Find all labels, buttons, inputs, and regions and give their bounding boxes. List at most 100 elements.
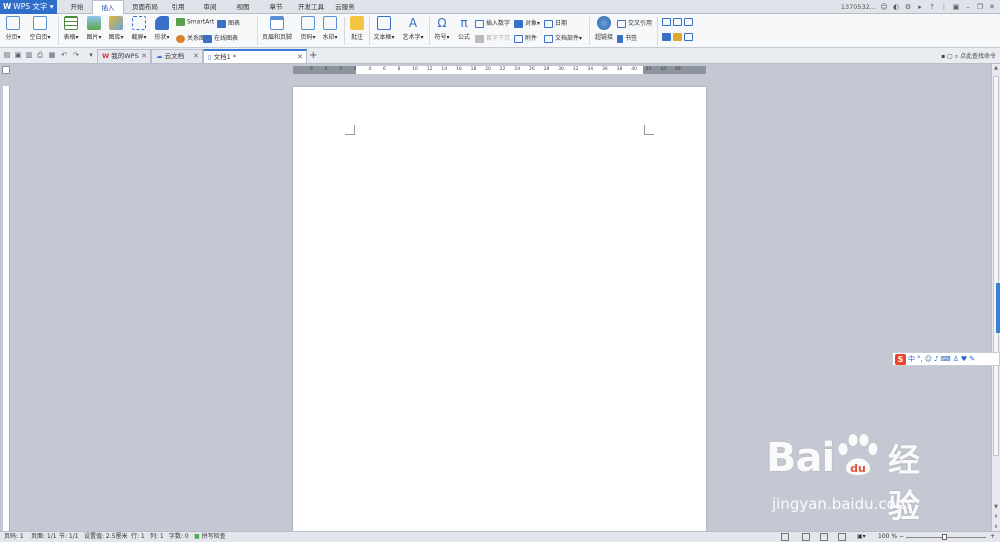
scroll-up-arrow[interactable]: ▲ [993,65,999,71]
zoom-slider-knob[interactable] [942,534,947,540]
zoom-out-icon[interactable]: − [899,532,904,542]
redo-icon[interactable]: ↷ [72,51,80,59]
customize-icon[interactable]: ▾ [87,51,95,59]
spell-check-toggle[interactable]: ■ 拼写检查 [194,532,226,542]
header-footer-button[interactable]: 页眉和页脚 [260,16,294,41]
horizontal-ruler[interactable]: 6 4 2 2 4 6 8 10 12 14 16 18 20 22 24 26 28 30 32 34 36 38 40 4… [293,66,706,74]
app-menu-button[interactable]: W WPS 文字 ▾ [0,0,57,14]
pencil-icon[interactable] [673,33,682,41]
user-icon[interactable]: ♙ [953,355,959,363]
blank-page-button[interactable]: 空白页▾ [27,16,53,41]
date-button[interactable]: 日期 [544,18,567,28]
tab-page-layout[interactable]: 页面布局 [127,0,163,14]
close-icon[interactable]: ✕ [193,50,199,63]
hyperlink-button[interactable]: 超链接 [592,16,616,41]
crossref-button[interactable]: 交叉引用 [617,18,652,28]
close-icon[interactable]: ✕ [988,3,996,11]
outline-view-icon[interactable] [820,533,828,541]
more-icon[interactable]: ⋮ [940,3,948,11]
tab-reference[interactable]: 引用 [166,0,190,14]
tab-cloud-doc[interactable]: ☁ 云文档 ✕ [151,49,203,63]
export-pdf-icon[interactable]: ▥ [25,51,33,59]
bookmark-button[interactable]: 书签 [617,33,637,43]
keyboard-icon[interactable]: ⌨ [941,355,951,363]
insert-number-button[interactable]: 插入数字 [475,18,510,28]
close-icon[interactable]: ✕ [141,50,147,63]
next-page-icon[interactable]: ⇟ [993,524,999,530]
comment-button[interactable]: 批注 [347,16,367,41]
skin-icon[interactable]: ◐ [892,3,900,11]
watermark-button[interactable]: 水印▾ [320,16,340,41]
first-sink-button[interactable]: 首字下沉 [475,33,510,43]
relation-chart-button[interactable]: 关系图 [176,33,205,43]
page-number-button[interactable]: 页码▾ [298,16,318,41]
page-break-button[interactable]: 分页▾ [3,16,23,41]
share-icon[interactable]: ▸ [916,3,924,11]
wordart-button[interactable]: A 艺术字▾ [400,16,426,41]
emoji-icon[interactable]: ☺ [925,355,932,363]
screenshot-button[interactable]: 截屏▾ [129,16,149,41]
microphone-icon[interactable]: ♪ [934,355,938,363]
tab-cloud[interactable]: 云服务 [331,0,359,14]
symbol-button[interactable]: Ω 符号▾ [432,16,452,41]
window-icon[interactable] [673,18,682,26]
options-icon[interactable]: ▢ [947,53,953,60]
window-icon[interactable] [684,18,693,26]
gallery-button[interactable]: 图库▾ [106,16,126,41]
punctuation-icon[interactable]: °, [917,355,923,363]
doc-parts-button[interactable]: 文档部件▾ [544,33,582,43]
new-tab-button[interactable]: + [309,50,317,62]
tab-view[interactable]: 视图 [230,0,256,14]
window-icon[interactable] [662,18,671,26]
shape-button[interactable]: 形状▾ [152,16,172,41]
tab-document1[interactable]: ▯ 文档1 * ✕ [203,49,307,63]
sogou-logo-icon[interactable]: S [895,353,906,365]
textbox-button[interactable]: 文本框▾ [372,16,396,41]
page-view-icon[interactable] [802,533,810,541]
wps-icon[interactable] [662,33,671,41]
print-icon[interactable]: ⎙ [36,51,44,59]
vertical-ruler[interactable] [3,86,10,531]
restore-ribbon-icon[interactable]: ▣ [952,3,960,11]
tab-review[interactable]: 审阅 [197,0,223,14]
ruler-corner[interactable] [2,66,10,74]
ime-mode[interactable]: 中 [908,354,915,364]
smartart-button[interactable]: SmartArt [176,18,214,26]
scroll-down-arrow[interactable]: ▼ [993,504,999,510]
focus-mode-icon[interactable] [781,533,789,541]
tab-chapter[interactable]: 章节 [263,0,289,14]
message-icon[interactable]: ▪ [941,53,945,60]
minimize-icon[interactable]: – [964,3,972,11]
user-icon[interactable]: ☺ [880,3,888,11]
picture-button[interactable]: 图片▾ [84,16,104,41]
table-button[interactable]: 表格▾ [61,16,81,41]
close-icon[interactable]: ✕ [297,51,303,64]
formula-button[interactable]: π 公式 [454,16,474,41]
prev-page-icon[interactable]: ⇞ [993,514,999,520]
save-icon[interactable]: ▣ [14,51,22,59]
tab-developer[interactable]: 开发工具 [293,0,329,14]
lock-icon[interactable] [684,33,693,41]
command-search[interactable]: ▪ ▢ ⌕ 点此查找命令 [941,51,996,61]
tab-my-wps[interactable]: W 我的WPS ✕ [97,49,151,63]
attachment-button[interactable]: 附件 [514,33,537,43]
undo-icon[interactable]: ↶ [60,51,68,59]
preview-icon[interactable]: ▦ [48,51,56,59]
account-name[interactable]: 1370532... [841,3,876,11]
tab-home[interactable]: 开始 [64,0,90,14]
object-button[interactable]: 对象▾ [514,18,540,28]
zoom-level[interactable]: 100 % [878,532,897,542]
settings-icon[interactable]: ✎ [969,355,975,363]
chart-button[interactable]: 图表 [217,18,240,28]
side-panel-handle[interactable] [996,283,1000,333]
scroll-thumb[interactable] [993,76,999,456]
help-icon[interactable]: ? [928,3,936,11]
gear-icon[interactable]: ⚙ [904,3,912,11]
maximize-icon[interactable]: ❐ [976,3,984,11]
online-chart-button[interactable]: 在线图表 [203,33,238,43]
zoom-in-icon[interactable]: + [990,532,995,542]
document-page[interactable] [293,87,706,532]
skin-icon[interactable]: ♥ [961,355,967,363]
view-menu-icon[interactable]: ▣▾ [857,532,866,542]
tab-insert[interactable]: 插入 [92,0,124,15]
